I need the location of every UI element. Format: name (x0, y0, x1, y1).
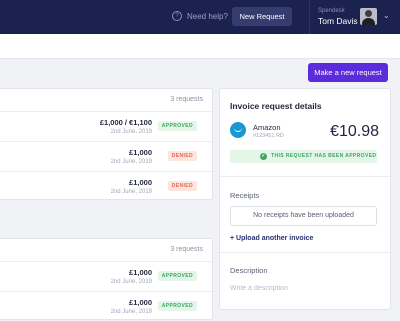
avatar[interactable] (360, 8, 377, 25)
request-amount: £1,000 (129, 148, 152, 157)
request-count: 3 requests (170, 246, 203, 253)
approval-status-bar: ✓ THIS REQUEST HAS BEEN APPROVED (230, 150, 377, 163)
topbar-divider (309, 0, 310, 34)
description-input[interactable] (230, 282, 375, 294)
receipts-empty-state: No receipts have been uploaded (230, 206, 377, 226)
approval-status-text: THIS REQUEST HAS BEEN APPROVED (271, 153, 377, 159)
request-date: 2nd June, 2019 (110, 129, 152, 135)
vendor-reference: #123451 RD (253, 133, 284, 139)
panel-divider (220, 176, 390, 177)
avatar-head (365, 10, 372, 17)
amazon-smile-mark (234, 127, 242, 132)
chevron-down-icon[interactable]: ⌄ (383, 11, 390, 20)
status-badge: APPROVED (157, 271, 197, 281)
request-group-card: 3 requests £1,000 / €1,100 2nd June, 201… (0, 88, 213, 200)
request-group-header: 3 requests (0, 89, 212, 112)
receipts-heading: Receipts (230, 191, 260, 200)
check-circle-icon: ✓ (260, 153, 267, 160)
help-label: Need help? (187, 11, 228, 21)
request-group-header: 3 requests (0, 239, 212, 262)
request-date: 2nd June, 2019 (110, 159, 152, 165)
request-row[interactable]: £1,000 2nd June, 2019 DENIED (0, 172, 212, 201)
panel-title: Invoice request details (230, 101, 322, 111)
user-name[interactable]: Tom Davis (318, 16, 358, 26)
request-amount: £1,000 / €1,100 (99, 118, 152, 127)
new-request-button[interactable]: New Request (232, 7, 292, 26)
request-date: 2nd June, 2019 (110, 279, 152, 285)
request-row[interactable]: £1,000 2nd June, 2019 APPROVED (0, 292, 212, 321)
company-name: Spendesk (318, 8, 345, 14)
request-row[interactable]: £1,000 / €1,100 2nd June, 2019 APPROVED (0, 112, 212, 142)
top-navigation-bar: ? Need help? New Request Spendesk Tom Da… (0, 0, 400, 34)
request-date: 2nd June, 2019 (110, 309, 152, 315)
status-badge: DENIED (167, 181, 197, 191)
avatar-shoulders (362, 18, 375, 25)
invoice-details-panel: Invoice request details Amazon #123451 R… (219, 88, 391, 310)
request-group-card: 3 requests £1,000 2nd June, 2019 APPROVE… (0, 238, 213, 320)
request-row[interactable]: £1,000 2nd June, 2019 DENIED (0, 142, 212, 172)
request-count: 3 requests (170, 96, 203, 103)
request-amount: £1,000 (129, 298, 152, 307)
status-badge: APPROVED (157, 301, 197, 311)
invoice-amount: €10.98 (330, 123, 379, 140)
request-amount: £1,000 (129, 178, 152, 187)
description-heading: Description (230, 266, 268, 275)
make-new-request-button[interactable]: Make a new request (308, 63, 388, 82)
request-amount: £1,000 (129, 268, 152, 277)
request-row[interactable]: £1,000 2nd June, 2019 APPROVED (0, 262, 212, 292)
vendor-name: Amazon (253, 123, 281, 132)
help-link[interactable]: ? Need help? (172, 11, 228, 21)
request-date: 2nd June, 2019 (110, 189, 152, 195)
upload-invoice-link[interactable]: + Upload another invoice (230, 235, 313, 242)
page-subheader (0, 34, 400, 59)
panel-divider (220, 252, 390, 253)
status-badge: APPROVED (157, 121, 197, 131)
question-circle-icon: ? (172, 11, 182, 21)
status-badge: DENIED (167, 151, 197, 161)
amazon-logo-icon (230, 122, 246, 138)
